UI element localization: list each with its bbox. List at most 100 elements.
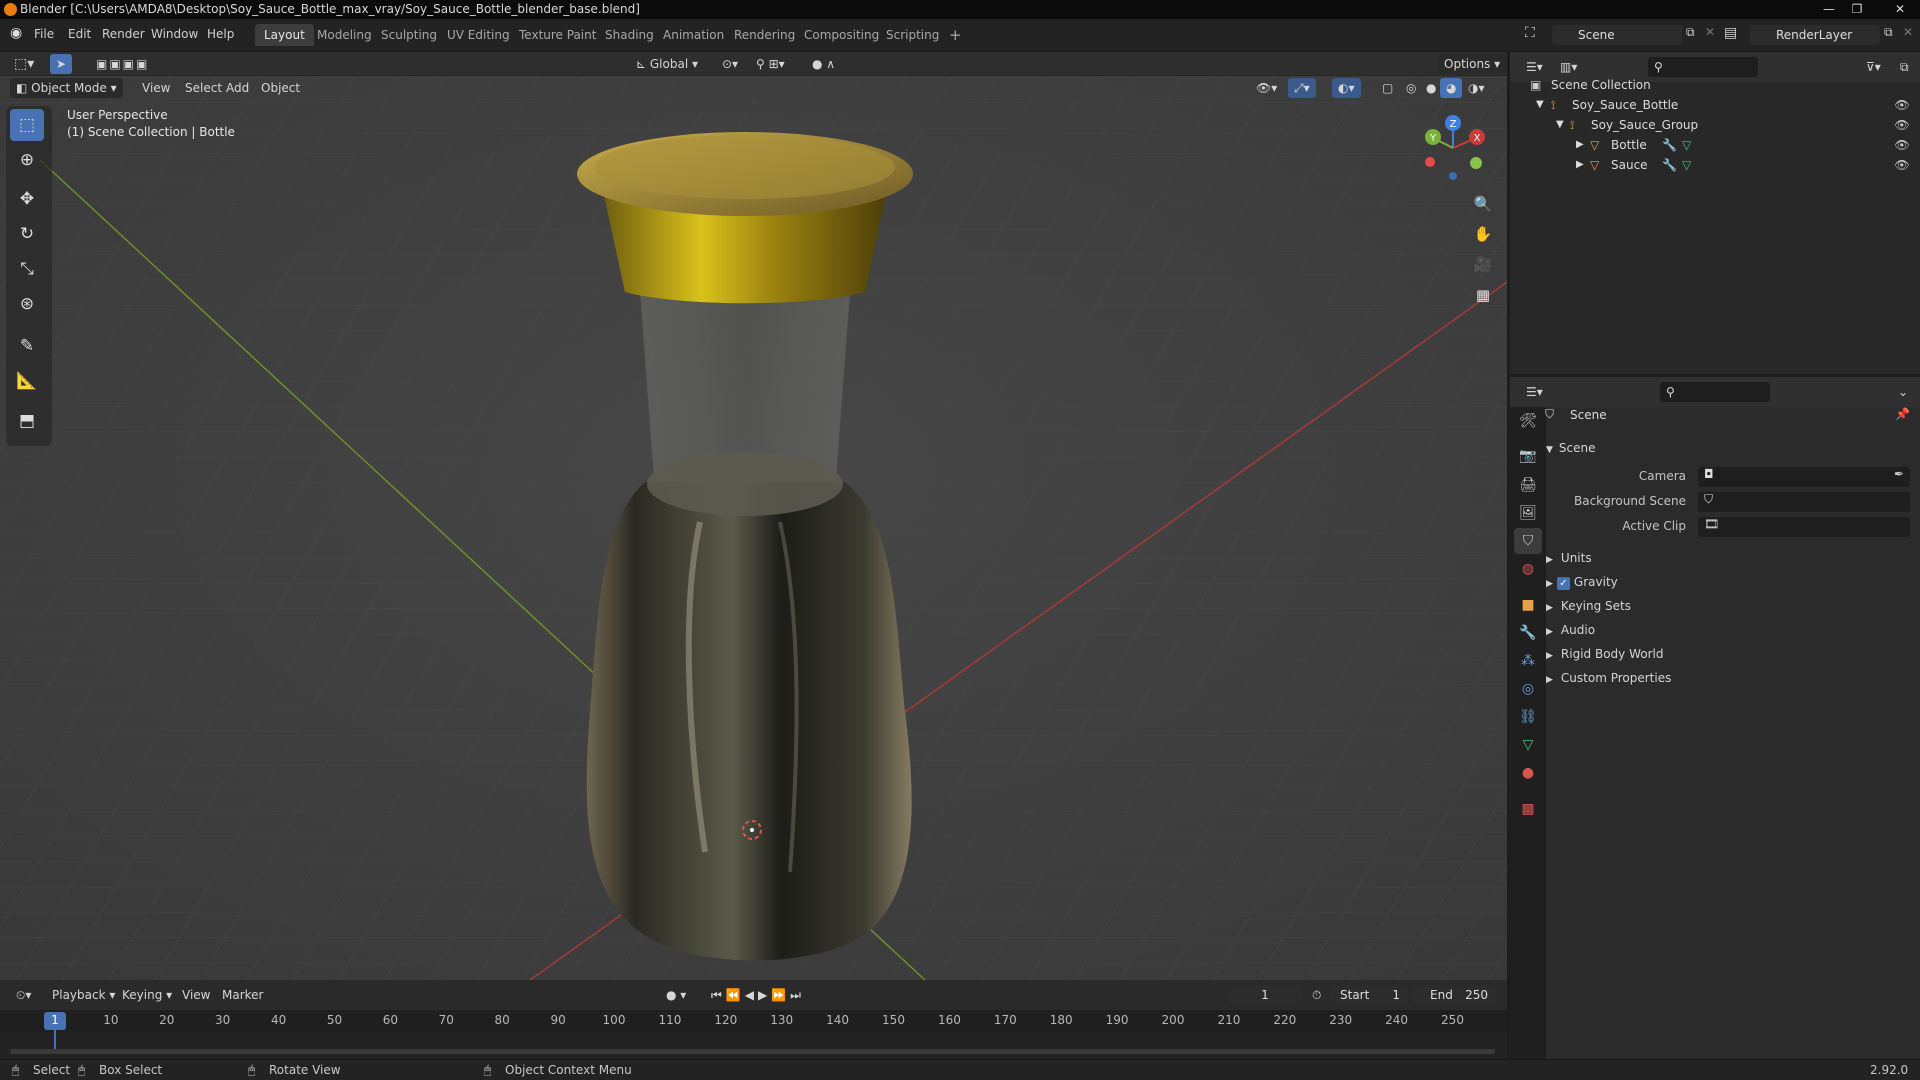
snap-icon[interactable]: ⚲ ⊞▾ xyxy=(750,54,791,74)
panel-keying-sets[interactable]: ▶ Keying Sets xyxy=(1546,596,1631,616)
3d-viewport[interactable] xyxy=(0,52,1507,980)
outliner-editor-type-icon[interactable]: ☰▾ xyxy=(1520,57,1549,77)
panel-custom-properties[interactable]: ▶ Custom Properties xyxy=(1546,668,1671,688)
panel-scene-header[interactable]: ▼ Scene xyxy=(1546,438,1596,458)
annotate-tool-icon[interactable]: ✎ xyxy=(10,330,44,362)
view-layer-selector[interactable]: RenderLayer xyxy=(1750,25,1880,45)
xray-icon[interactable]: ▢ xyxy=(1376,78,1399,98)
properties-editor-type-icon[interactable]: ☰▾ xyxy=(1520,382,1549,402)
texture-tab-icon[interactable]: ▩ xyxy=(1514,796,1542,822)
menu-render[interactable]: Render xyxy=(102,27,145,41)
proportional-edit-icon[interactable]: ● ∧ xyxy=(806,54,841,74)
modifier-wrench-icon[interactable]: 🔧 xyxy=(1662,135,1677,155)
scale-tool-icon[interactable]: ⤡ xyxy=(10,253,44,285)
rendered-shading-icon[interactable]: ◑▾ xyxy=(1462,78,1491,98)
visibility-eye-icon[interactable]: 👁 xyxy=(1894,137,1910,153)
restore-icon[interactable]: ❐ xyxy=(1846,0,1868,18)
visibility-eye-icon[interactable]: 👁 xyxy=(1894,97,1910,113)
scene-browser-icon[interactable]: ⛶ xyxy=(1525,25,1535,41)
filter-icon[interactable]: ⊽▾ xyxy=(1860,57,1887,77)
navigation-gizmo[interactable]: Z X Y xyxy=(1418,112,1488,186)
physics-tab-icon[interactable]: ◎ xyxy=(1514,676,1542,702)
material-preview-icon[interactable]: ◕ xyxy=(1440,78,1463,98)
camera-view-icon[interactable]: 🎥 xyxy=(1468,250,1498,278)
outliner-item-sauce[interactable]: ▶ ▽ Sauce 🔧 ▽ 👁 xyxy=(1510,155,1920,175)
measure-tool-icon[interactable]: 📐 xyxy=(10,365,44,397)
gizmo-toggle-icon[interactable]: ⤢▾ xyxy=(1288,78,1316,98)
menu-view[interactable]: View xyxy=(136,78,176,98)
selection-mode-icons[interactable]: ▣▣▣▣ xyxy=(90,54,155,74)
auto-keying-icon[interactable]: ● ▾ xyxy=(660,985,692,1005)
zoom-icon[interactable]: 🔍 xyxy=(1468,190,1498,218)
transform-orientation[interactable]: ⊾ Global ▾ xyxy=(630,54,704,74)
particles-tab-icon[interactable]: ⁂ xyxy=(1514,648,1542,674)
menu-playback[interactable]: Playback ▾ xyxy=(46,985,121,1005)
editor-type-icon[interactable]: ⬚▾ xyxy=(8,54,40,74)
panel-rigid-body-world[interactable]: ▶ Rigid Body World xyxy=(1546,644,1663,664)
delete-view-layer-icon[interactable]: ✕ xyxy=(1903,25,1913,39)
pan-hand-icon[interactable]: ✋ xyxy=(1468,220,1498,248)
menu-timeline-view[interactable]: View xyxy=(176,985,216,1005)
menu-add[interactable]: Add xyxy=(220,78,255,98)
new-collection-icon[interactable]: ⧉ xyxy=(1894,57,1915,77)
outliner-item-scene-collection[interactable]: ▣ Scene Collection xyxy=(1510,75,1920,95)
delete-scene-icon[interactable]: ✕ xyxy=(1705,25,1715,39)
menu-marker[interactable]: Marker xyxy=(216,985,269,1005)
playback-controls[interactable]: ⏮⏪◀▶⏩⏭ xyxy=(705,985,811,1005)
transform-tool-icon[interactable]: ⊛ xyxy=(10,288,44,320)
expand-icon[interactable]: ▶ xyxy=(1576,155,1584,175)
menu-window[interactable]: Window xyxy=(151,27,198,41)
tab-rendering[interactable]: Rendering xyxy=(725,24,804,46)
options-dropdown[interactable]: Options ▾ xyxy=(1438,54,1507,74)
new-scene-icon[interactable]: ⧉ xyxy=(1686,25,1695,40)
select-tool-icon[interactable]: ➤ xyxy=(50,54,72,74)
tab-uv-editing[interactable]: UV Editing xyxy=(438,24,519,46)
visibility-eye-icon[interactable]: 👁 xyxy=(1894,117,1910,133)
scene-tab-icon[interactable]: ⛉ xyxy=(1514,528,1542,554)
outliner-item-bottle[interactable]: ▶ ▽ Bottle 🔧 ▽ 👁 xyxy=(1510,135,1920,155)
expand-icon[interactable]: ▼ xyxy=(1536,95,1544,115)
pivot-point-icon[interactable]: ⊙▾ xyxy=(716,54,744,74)
eyedropper-icon[interactable]: ✒ xyxy=(1894,467,1904,481)
mode-selector[interactable]: ◧ Object Mode ▾ xyxy=(10,78,123,98)
tab-animation[interactable]: Animation xyxy=(654,24,733,46)
menu-help[interactable]: Help xyxy=(207,27,234,41)
current-frame-field[interactable]: 1 xyxy=(1228,985,1302,1005)
menu-keying[interactable]: Keying ▾ xyxy=(116,985,178,1005)
render-tab-icon[interactable]: 📷 xyxy=(1514,443,1542,469)
menu-file[interactable]: File xyxy=(34,27,54,41)
panel-audio[interactable]: ▶ Audio xyxy=(1546,620,1595,640)
modifier-wrench-icon[interactable]: 🔧 xyxy=(1662,155,1677,175)
blender-menu-icon[interactable]: ◉ xyxy=(10,25,22,41)
scene-selector[interactable]: Scene xyxy=(1552,25,1682,45)
active-clip-field[interactable]: 🎞 xyxy=(1698,517,1910,537)
view-layer-tab-icon[interactable]: 🖼 xyxy=(1514,500,1542,526)
tool-tab-icon[interactable]: 🛠 xyxy=(1514,408,1542,434)
visibility-eye-icon[interactable]: 👁 xyxy=(1894,157,1910,173)
cursor-tool-icon[interactable]: ⊕ xyxy=(10,144,44,176)
start-frame-field[interactable]: Start 1 xyxy=(1330,985,1408,1005)
properties-options-icon[interactable]: ⌄ xyxy=(1892,382,1914,402)
tab-layout[interactable]: Layout xyxy=(255,24,314,46)
end-frame-field[interactable]: End 250 xyxy=(1412,985,1496,1005)
panel-gravity[interactable]: ▶ ✓ Gravity xyxy=(1546,572,1618,592)
select-box-tool-icon[interactable]: ⬚ xyxy=(10,109,44,141)
object-tab-icon[interactable]: ■ xyxy=(1514,592,1542,618)
world-tab-icon[interactable]: ◍ xyxy=(1514,556,1542,582)
camera-field[interactable]: ◘ ✒ xyxy=(1698,467,1910,487)
preview-range-icon[interactable]: ⏱ xyxy=(1306,985,1327,1005)
constraints-tab-icon[interactable]: ⛓ xyxy=(1514,704,1542,730)
perspective-toggle-icon[interactable]: ▦ xyxy=(1468,281,1498,309)
outliner-item-soy-sauce-bottle[interactable]: ▼ ⟟ Soy_Sauce_Bottle 👁 xyxy=(1510,95,1920,115)
display-mode-icon[interactable]: ▥▾ xyxy=(1554,57,1583,77)
add-cube-tool-icon[interactable]: ⬒ xyxy=(10,405,44,437)
expand-icon[interactable]: ▼ xyxy=(1556,115,1564,135)
material-tab-icon[interactable]: ● xyxy=(1514,760,1542,786)
menu-edit[interactable]: Edit xyxy=(68,27,91,41)
output-tab-icon[interactable]: 🖨 xyxy=(1514,472,1542,498)
timeline-scrollbar[interactable] xyxy=(10,1049,1495,1054)
tab-texture-paint[interactable]: Texture Paint xyxy=(510,24,605,46)
view-layer-icon[interactable]: ▤ xyxy=(1724,25,1737,41)
add-workspace-button[interactable]: + xyxy=(940,24,971,46)
background-scene-field[interactable]: ⛉ xyxy=(1698,492,1910,512)
